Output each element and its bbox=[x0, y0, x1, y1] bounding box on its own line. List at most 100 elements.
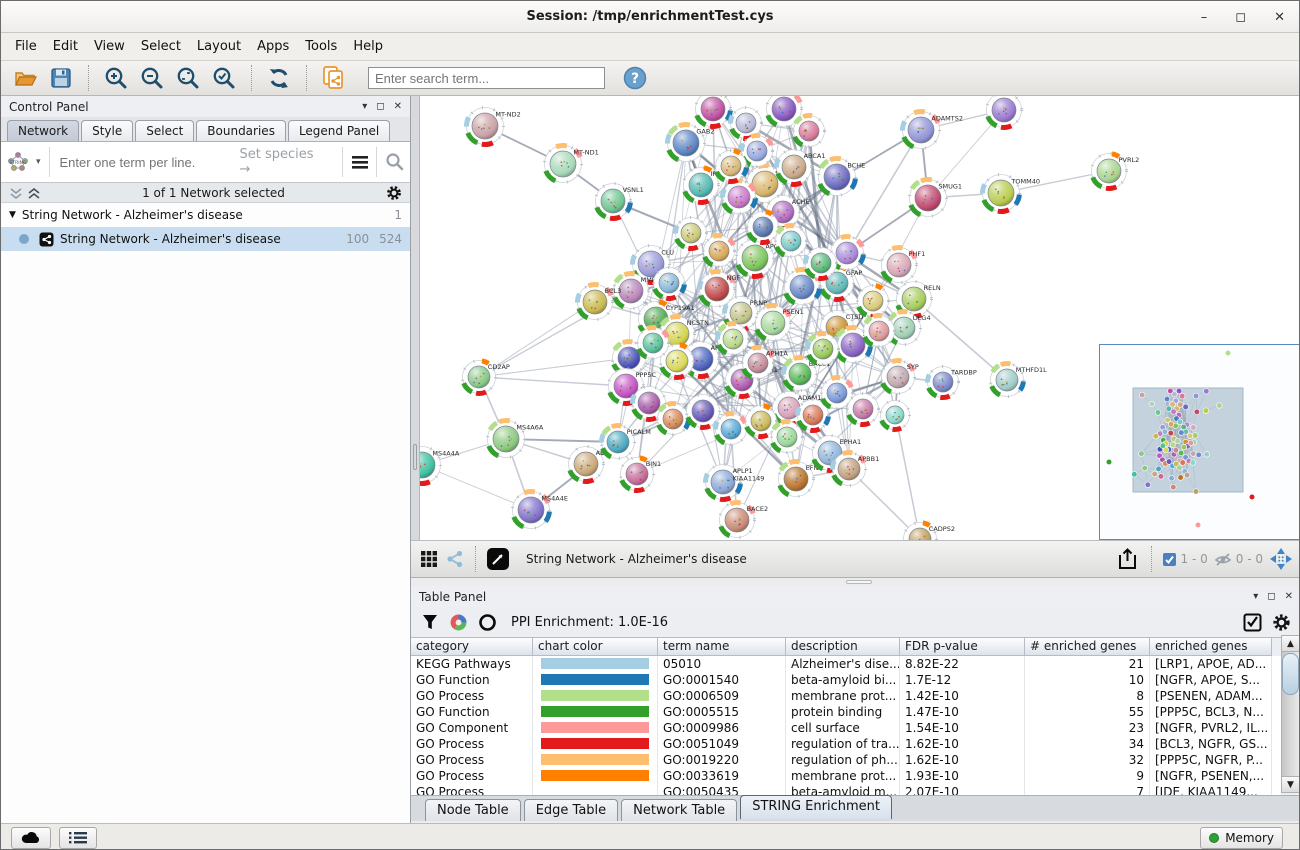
network-canvas[interactable]: MT-ND2MT-ND1VSNL1GAB2IRS1CHATABCA1BCHEAC… bbox=[411, 96, 1300, 541]
tab-network[interactable]: Network bbox=[7, 120, 79, 141]
network-node[interactable] bbox=[794, 115, 825, 146]
tab-select[interactable]: Select bbox=[135, 120, 194, 141]
chart-settings-icon[interactable] bbox=[449, 613, 468, 632]
gear-icon[interactable] bbox=[386, 185, 402, 201]
zoom-fit-button[interactable] bbox=[172, 63, 204, 93]
table-row[interactable]: GO ProcessGO:0006509membrane prot...1.42… bbox=[411, 688, 1281, 704]
panel-splitter[interactable] bbox=[411, 96, 420, 541]
memory-button[interactable]: Memory bbox=[1200, 827, 1283, 849]
panel-close-icon[interactable]: ✕ bbox=[1285, 591, 1293, 602]
scrollbar-thumb[interactable] bbox=[1282, 653, 1299, 695]
network-node-smug1[interactable]: SMUG1 bbox=[910, 179, 963, 216]
open-file-button[interactable] bbox=[9, 63, 41, 93]
save-session-button[interactable] bbox=[45, 63, 77, 93]
column-header-term-name[interactable]: term name bbox=[658, 638, 786, 656]
network-row-selected[interactable]: String Network - Alzheimer's disease 100… bbox=[1, 227, 410, 251]
annotation-mode-icon[interactable] bbox=[486, 547, 510, 571]
task-history-button[interactable] bbox=[59, 827, 97, 849]
network-node-mthfd1l[interactable]: MTHFD1L bbox=[991, 364, 1048, 397]
search-icon[interactable] bbox=[383, 152, 406, 172]
network-node[interactable] bbox=[704, 235, 735, 266]
expand-all-icon[interactable] bbox=[27, 186, 41, 200]
network-node[interactable] bbox=[696, 96, 731, 127]
tab-boundaries[interactable]: Boundaries bbox=[196, 120, 286, 141]
network-node-pvrl2[interactable]: PVRL2 bbox=[1092, 154, 1140, 189]
network-node[interactable] bbox=[722, 181, 755, 214]
export-network-icon[interactable] bbox=[1115, 547, 1141, 571]
network-node[interactable] bbox=[715, 413, 746, 444]
network-node[interactable] bbox=[987, 96, 1022, 128]
gear-icon[interactable] bbox=[1272, 613, 1291, 632]
table-row[interactable]: GO ProcessGO:0033619membrane prot...1.93… bbox=[411, 768, 1281, 784]
table-row[interactable]: GO FunctionGO:0005515protein binding1.47… bbox=[411, 704, 1281, 720]
filter-icon[interactable] bbox=[421, 613, 439, 631]
network-node[interactable] bbox=[776, 225, 807, 256]
panel-menu-icon[interactable]: ▾ bbox=[1253, 591, 1258, 602]
network-from-file-button[interactable] bbox=[318, 63, 350, 93]
network-node[interactable] bbox=[807, 333, 838, 364]
table-row[interactable]: GO ComponentGO:0009986cell surface1.54E-… bbox=[411, 720, 1281, 736]
network-node[interactable] bbox=[881, 401, 910, 430]
network-node-ms4a4e[interactable]: MS4A4E bbox=[513, 491, 568, 528]
options-menu-icon[interactable] bbox=[349, 153, 370, 171]
selected-checkbox-icon[interactable] bbox=[1162, 552, 1177, 567]
network-node[interactable] bbox=[748, 212, 779, 243]
table-row[interactable]: GO ProcessGO:0019220regulation of ph...1… bbox=[411, 752, 1281, 768]
scroll-up-icon[interactable]: ▲ bbox=[1282, 636, 1299, 652]
zoom-out-button[interactable] bbox=[136, 63, 168, 93]
network-node[interactable] bbox=[675, 218, 706, 249]
network-node-apbb1[interactable]: APBB1 bbox=[832, 453, 879, 486]
network-node-syp[interactable]: SYP bbox=[882, 361, 919, 394]
network-node-picalm[interactable]: PICALM bbox=[601, 426, 650, 459]
network-node[interactable] bbox=[822, 377, 853, 408]
menu-item-layout[interactable]: Layout bbox=[189, 35, 249, 58]
network-node-bin1[interactable]: BIN1 bbox=[621, 458, 662, 491]
network-node[interactable] bbox=[717, 323, 748, 354]
menu-item-select[interactable]: Select bbox=[133, 35, 189, 58]
menu-item-edit[interactable]: Edit bbox=[45, 35, 86, 58]
column-header--enriched-genes[interactable]: # enriched genes bbox=[1025, 638, 1150, 656]
column-header-enriched-genes[interactable]: enriched genes bbox=[1150, 638, 1272, 656]
navigator-icon[interactable] bbox=[1269, 547, 1293, 571]
tab-style[interactable]: Style bbox=[81, 120, 133, 141]
table-row[interactable]: GO FunctionGO:0001540beta-amyloid bi...1… bbox=[411, 672, 1281, 688]
minimize-icon[interactable]: – bbox=[1201, 10, 1208, 25]
network-node-cadps2[interactable]: CADPS2 bbox=[904, 523, 955, 542]
tab-network-table[interactable]: Network Table bbox=[621, 799, 737, 821]
tab-edge-table[interactable]: Edge Table bbox=[524, 799, 618, 821]
string-logo-icon[interactable]: STRING bbox=[5, 149, 34, 175]
menu-item-view[interactable]: View bbox=[86, 35, 133, 58]
birds-eye-view[interactable] bbox=[1099, 344, 1300, 540]
column-header-description[interactable]: description bbox=[786, 638, 900, 656]
network-node-mt-nd1[interactable]: MT-ND1 bbox=[545, 145, 599, 182]
network-node[interactable] bbox=[772, 421, 803, 452]
panel-close-icon[interactable]: ✕ bbox=[394, 101, 402, 112]
maximize-icon[interactable]: ◻ bbox=[1235, 10, 1246, 25]
network-node[interactable] bbox=[654, 268, 685, 299]
network-node-bche[interactable]: BCHE bbox=[819, 158, 866, 195]
table-row[interactable]: GO ProcessGO:0051049regulation of tra...… bbox=[411, 736, 1281, 752]
network-node-gab2[interactable]: GAB2 bbox=[667, 124, 714, 161]
network-node[interactable] bbox=[638, 327, 669, 358]
panel-float-icon[interactable]: ◻ bbox=[376, 101, 384, 112]
network-node-aplp1[interactable]: APLP1KIAA1149 bbox=[705, 465, 764, 500]
network-node-bace2[interactable]: BACE2 bbox=[720, 503, 769, 538]
network-node-cd2ap[interactable]: CD2AP bbox=[463, 361, 510, 394]
network-node[interactable] bbox=[858, 286, 889, 317]
string-term-input[interactable] bbox=[56, 155, 240, 170]
chevron-down-icon[interactable]: ▾ bbox=[36, 157, 41, 167]
expand-triangle-icon[interactable]: ▼ bbox=[9, 210, 16, 220]
tab-string-enrichment[interactable]: STRING Enrichment bbox=[740, 795, 892, 819]
help-button[interactable]: ? bbox=[619, 63, 651, 93]
zoom-in-button[interactable] bbox=[100, 63, 132, 93]
network-node[interactable] bbox=[805, 248, 836, 279]
select-columns-icon[interactable] bbox=[1243, 613, 1262, 632]
remove-chart-icon[interactable] bbox=[478, 613, 497, 632]
network-node[interactable] bbox=[864, 315, 895, 346]
column-header-FDR-p-value[interactable]: FDR p-value bbox=[900, 638, 1025, 656]
menu-item-help[interactable]: Help bbox=[345, 35, 391, 58]
network-node-vsnl1[interactable]: VSNL1 bbox=[596, 184, 644, 219]
network-node-adamts2[interactable]: ADAMTS2 bbox=[902, 111, 963, 148]
network-node-tomm40[interactable]: TOMM40 bbox=[982, 175, 1039, 212]
horizontal-splitter[interactable] bbox=[411, 578, 1300, 586]
